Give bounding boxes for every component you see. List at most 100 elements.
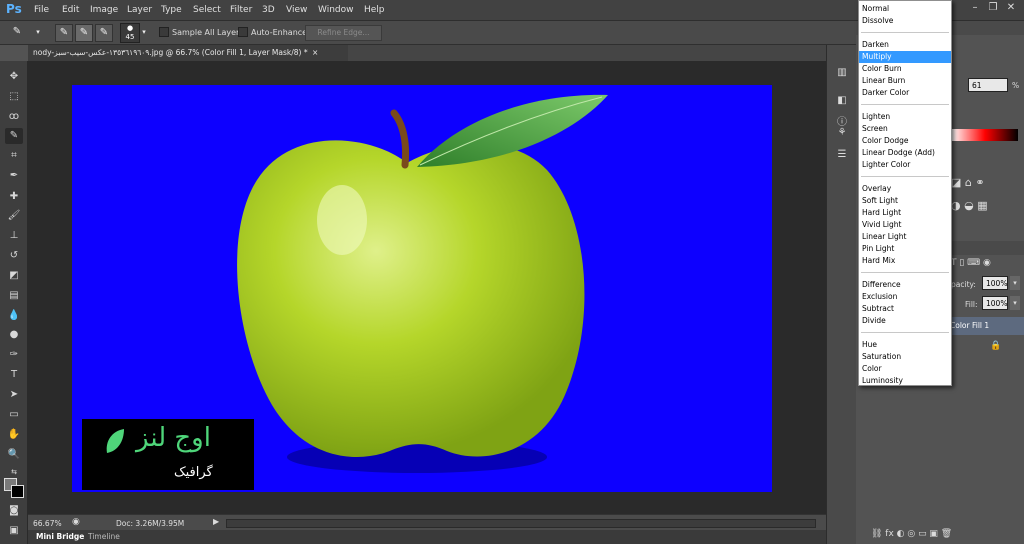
- fill-chevron-icon[interactable]: ▾: [1010, 296, 1020, 310]
- blend-mode-darken[interactable]: Darken: [859, 39, 951, 51]
- tab-mini-bridge[interactable]: Mini Bridge: [36, 532, 84, 541]
- zoom-level[interactable]: 66.67%: [33, 519, 62, 528]
- blend-mode-color-dodge[interactable]: Color Dodge: [859, 135, 951, 147]
- quick-mask-icon[interactable]: ◙: [5, 503, 23, 519]
- blend-mode-luminosity[interactable]: Luminosity: [859, 375, 951, 387]
- menu-file[interactable]: File: [34, 5, 49, 15]
- blend-mode-exclusion[interactable]: Exclusion: [859, 291, 951, 303]
- tab-close-icon[interactable]: ×: [312, 48, 318, 57]
- layer-row-color-fill[interactable]: Color Fill 1: [948, 317, 1024, 335]
- horizontal-scrollbar[interactable]: [226, 519, 816, 528]
- history-icon[interactable]: ▥: [834, 67, 850, 81]
- lasso-icon[interactable]: ꝏ: [5, 109, 23, 125]
- menu-type[interactable]: Type: [161, 5, 182, 15]
- menu-edit[interactable]: Edit: [62, 5, 79, 15]
- layers-footer-icons[interactable]: ⛓ fx ◐ ◎ ▭ ▣ 🗑: [871, 529, 952, 539]
- refine-edge-button[interactable]: Refine Edge...: [305, 25, 382, 41]
- quick-selection-icon[interactable]: ✎: [5, 128, 23, 144]
- new-selection-icon[interactable]: ✎: [55, 24, 73, 42]
- menu-filter[interactable]: Filter: [230, 5, 252, 15]
- adjustment-icons-row[interactable]: ◪ ⌂ ⚭: [951, 176, 985, 189]
- history-brush-icon[interactable]: ↺: [5, 248, 23, 264]
- blend-mode-subtract[interactable]: Subtract: [859, 303, 951, 315]
- brush-size-picker[interactable]: ● 45: [120, 23, 140, 43]
- type-icon[interactable]: T: [5, 367, 23, 383]
- menu-3d[interactable]: 3D: [262, 5, 275, 15]
- chevron-down-icon[interactable]: ▾: [34, 24, 42, 42]
- minimize-icon[interactable]: –: [966, 2, 984, 16]
- blend-mode-linear-light[interactable]: Linear Light: [859, 231, 951, 243]
- healing-brush-icon[interactable]: ✚: [5, 189, 23, 205]
- blend-mode-vivid-light[interactable]: Vivid Light: [859, 219, 951, 231]
- brush-chevron-icon[interactable]: ▾: [140, 24, 148, 42]
- eyedropper-icon[interactable]: ✒: [5, 168, 23, 184]
- blend-mode-linear-burn[interactable]: Linear Burn: [859, 75, 951, 87]
- blend-mode-normal[interactable]: Normal: [859, 3, 951, 15]
- add-to-selection-icon[interactable]: ✎: [75, 24, 93, 42]
- sample-all-layers-checkbox[interactable]: [159, 27, 169, 37]
- blend-mode-hard-mix[interactable]: Hard Mix: [859, 255, 951, 267]
- eraser-icon[interactable]: ◩: [5, 268, 23, 284]
- blend-mode-pin-light[interactable]: Pin Light: [859, 243, 951, 255]
- hand-icon[interactable]: ✋: [5, 427, 23, 443]
- status-menu-arrow-icon[interactable]: ▶: [213, 517, 219, 526]
- color-value-field[interactable]: 61: [968, 78, 1008, 92]
- blend-mode-color-burn[interactable]: Color Burn: [859, 63, 951, 75]
- menu-help[interactable]: Help: [364, 5, 385, 15]
- layer-filter-icons[interactable]: T ▯ ⌨ ◉: [951, 258, 991, 268]
- maximize-icon[interactable]: ❐: [984, 2, 1002, 16]
- tab-timeline[interactable]: Timeline: [88, 532, 120, 541]
- menu-layer[interactable]: Layer: [127, 5, 152, 15]
- document-tab[interactable]: nody-١٣٥٣٦١٩٦٠٩-عکس-سیب-سبز.jpg @ 66.7% …: [28, 45, 348, 61]
- blend-mode-screen[interactable]: Screen: [859, 123, 951, 135]
- opacity-field[interactable]: 100%: [982, 276, 1008, 290]
- close-icon[interactable]: ✕: [1002, 2, 1020, 16]
- lock-icon: 🔒: [990, 341, 1002, 351]
- blend-mode-color[interactable]: Color: [859, 363, 951, 375]
- crop-icon[interactable]: ⌗: [5, 148, 23, 164]
- menu-image[interactable]: Image: [90, 5, 118, 15]
- move-icon[interactable]: ✥: [5, 69, 23, 85]
- path-selection-icon[interactable]: ➤: [5, 387, 23, 403]
- adjustment-icons-row-2[interactable]: ◑ ◒ ▦: [951, 199, 988, 212]
- properties-icon[interactable]: ◧: [834, 95, 850, 109]
- marquee-icon[interactable]: ⬚: [5, 89, 23, 105]
- shape-icon[interactable]: ▭: [5, 407, 23, 423]
- blend-mode-hard-light[interactable]: Hard Light: [859, 207, 951, 219]
- gradient-icon[interactable]: ▤: [5, 288, 23, 304]
- menu-view[interactable]: View: [286, 5, 307, 15]
- screen-mode-icon[interactable]: ▣: [5, 523, 23, 539]
- adjustments-panel-icon[interactable]: ☰: [834, 149, 850, 163]
- blend-mode-linear-dodge-add[interactable]: Linear Dodge (Add): [859, 147, 951, 159]
- color-ramp[interactable]: [952, 129, 1018, 141]
- quick-selection-preset-icon[interactable]: ✎: [8, 24, 26, 42]
- status-info-icon[interactable]: ◉: [72, 517, 80, 527]
- blend-mode-hue[interactable]: Hue: [859, 339, 951, 351]
- brush-icon[interactable]: 🖌: [5, 208, 23, 224]
- zoom-icon[interactable]: 🔍: [5, 447, 23, 463]
- blend-mode-saturation[interactable]: Saturation: [859, 351, 951, 363]
- blend-mode-difference[interactable]: Difference: [859, 279, 951, 291]
- blend-mode-lighter-color[interactable]: Lighter Color: [859, 159, 951, 171]
- blend-mode-divide[interactable]: Divide: [859, 315, 951, 327]
- blend-mode-multiply[interactable]: Multiply: [859, 51, 951, 63]
- info-icon[interactable]: ⓘ: [834, 113, 850, 128]
- blend-mode-soft-light[interactable]: Soft Light: [859, 195, 951, 207]
- dodge-icon[interactable]: ●: [5, 327, 23, 343]
- fill-field[interactable]: 100%: [982, 296, 1008, 310]
- blend-mode-dropdown[interactable]: Normal Dissolve Darken Multiply Color Burn Li…: [858, 0, 952, 386]
- blend-mode-overlay[interactable]: Overlay: [859, 183, 951, 195]
- blend-mode-dissolve[interactable]: Dissolve: [859, 15, 951, 27]
- blend-mode-lighten[interactable]: Lighten: [859, 111, 951, 123]
- brush-presets-icon[interactable]: ⚘: [834, 127, 850, 141]
- blur-icon[interactable]: 💧: [5, 308, 23, 324]
- background-color-swatch[interactable]: [11, 485, 24, 498]
- subtract-from-selection-icon[interactable]: ✎: [95, 24, 113, 42]
- clone-stamp-icon[interactable]: ⊥: [5, 228, 23, 244]
- auto-enhance-checkbox[interactable]: [238, 27, 248, 37]
- menu-window[interactable]: Window: [318, 5, 354, 15]
- opacity-chevron-icon[interactable]: ▾: [1010, 276, 1020, 290]
- pen-icon[interactable]: ✑: [5, 347, 23, 363]
- blend-mode-darker-color[interactable]: Darker Color: [859, 87, 951, 99]
- menu-select[interactable]: Select: [193, 5, 221, 15]
